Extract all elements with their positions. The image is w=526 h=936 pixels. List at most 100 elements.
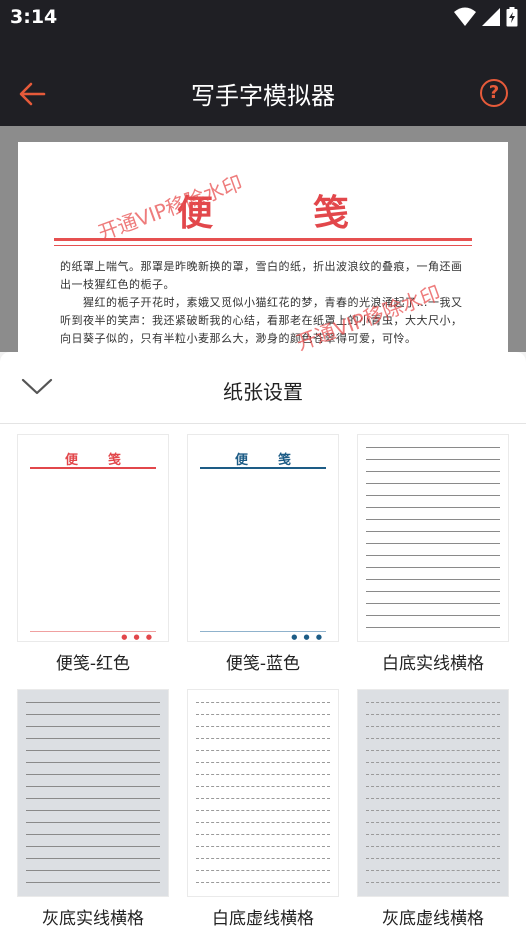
wifi-icon — [454, 7, 476, 26]
paper-option-red-note[interactable]: 便笺 ● ● ● 便笺-红色 — [17, 434, 169, 674]
ruled-line — [366, 567, 500, 568]
ruled-line — [366, 507, 500, 508]
ruled-line — [26, 714, 160, 715]
paper-thumbnail: 便笺 ● ● ● — [187, 434, 339, 642]
ruled-line — [366, 519, 500, 520]
ruled-line — [366, 738, 500, 739]
ruled-line — [26, 882, 160, 883]
thumb-footer-line — [200, 631, 326, 632]
ruled-line — [196, 702, 330, 703]
ruled-line — [26, 798, 160, 799]
status-icons — [454, 7, 518, 27]
ruled-line — [366, 834, 500, 835]
thumb-divider — [30, 467, 156, 469]
ruled-line — [366, 714, 500, 715]
page-title: 写手字模拟器 — [191, 82, 335, 110]
ruled-line — [366, 726, 500, 727]
ruled-line — [366, 471, 500, 472]
thumb-footer-dots: ● ● ● — [291, 633, 324, 641]
ruled-line — [366, 555, 500, 556]
ruled-line — [366, 774, 500, 775]
ruled-line — [26, 870, 160, 871]
preview-paper-title: 便笺 — [176, 193, 449, 234]
sheet-title: 纸张设置 — [223, 380, 303, 404]
paper-option-blue-note[interactable]: 便笺 ● ● ● 便笺-蓝色 — [187, 434, 339, 674]
ruled-line — [366, 591, 500, 592]
paper-option-label: 灰底实线横格 — [42, 909, 144, 929]
ruled-lines — [26, 698, 160, 888]
paper-option-white-solid[interactable]: 白底实线横格 — [357, 434, 509, 674]
ruled-line — [26, 858, 160, 859]
ruled-line — [366, 846, 500, 847]
ruled-line — [196, 786, 330, 787]
ruled-line — [196, 858, 330, 859]
paper-option-white-dashed[interactable]: 白底虚线横格 — [187, 689, 339, 929]
thumb-footer-dots: ● ● ● — [121, 633, 154, 641]
paper-option-label: 白底实线横格 — [382, 654, 484, 674]
ruled-line — [366, 702, 500, 703]
ruled-line — [26, 726, 160, 727]
paper-thumbnail: 便笺 ● ● ● — [17, 434, 169, 642]
ruled-line — [196, 834, 330, 835]
ruled-line — [366, 798, 500, 799]
ruled-line — [366, 615, 500, 616]
ruled-line — [366, 762, 500, 763]
paper-option-gray-solid[interactable]: 灰底实线横格 — [17, 689, 169, 929]
ruled-lines — [366, 443, 500, 633]
ruled-line — [196, 726, 330, 727]
paper-thumbnail — [187, 689, 339, 897]
status-bar: 3:14 — [0, 0, 526, 36]
ruled-line — [366, 603, 500, 604]
paper-option-label: 白底虚线横格 — [212, 909, 314, 929]
help-icon[interactable]: ? — [480, 79, 508, 107]
ruled-line — [26, 750, 160, 751]
ruled-line — [26, 786, 160, 787]
ruled-line — [196, 762, 330, 763]
ruled-line — [366, 822, 500, 823]
paper-option-label: 便笺-蓝色 — [225, 654, 301, 674]
ruled-line — [196, 714, 330, 715]
ruled-line — [366, 447, 500, 448]
ruled-line — [366, 786, 500, 787]
ruled-line — [366, 882, 500, 883]
ruled-line — [366, 810, 500, 811]
ruled-line — [196, 798, 330, 799]
ruled-line — [26, 822, 160, 823]
paper-settings-sheet: 纸张设置 便笺 ● ● ● 便笺-红色 便笺 ● ● ● 便笺-蓝色 白底实线横… — [0, 352, 526, 936]
app-bar: 写手字模拟器 ? — [0, 36, 526, 126]
ruled-line — [196, 822, 330, 823]
paper-thumbnail — [357, 689, 509, 897]
preview-paper: 便笺 的纸罩上喘气。那罩是昨晚新换的罩，雪白的纸，折出波浪纹的叠痕，一角还画出一… — [18, 142, 508, 352]
paper-option-label: 灰底虚线横格 — [382, 909, 484, 929]
ruled-line — [26, 702, 160, 703]
ruled-line — [366, 870, 500, 871]
ruled-line — [366, 531, 500, 532]
ruled-line — [366, 459, 500, 460]
ruled-line — [26, 738, 160, 739]
ruled-line — [26, 834, 160, 835]
ruled-line — [366, 627, 500, 628]
ruled-line — [196, 882, 330, 883]
ruled-line — [26, 846, 160, 847]
ruled-lines — [366, 698, 500, 888]
sheet-header: 纸张设置 — [0, 352, 526, 424]
ruled-line — [366, 543, 500, 544]
ruled-line — [196, 870, 330, 871]
ruled-lines — [196, 698, 330, 888]
paper-preview: 便笺 的纸罩上喘气。那罩是昨晚新换的罩，雪白的纸，折出波浪纹的叠痕，一角还画出一… — [0, 126, 526, 352]
thumb-title: 便笺 — [234, 453, 321, 468]
signal-icon — [482, 8, 500, 26]
thumb-footer-line — [30, 631, 156, 632]
ruled-line — [366, 750, 500, 751]
ruled-line — [196, 846, 330, 847]
thumb-divider — [200, 467, 326, 469]
ruled-line — [26, 762, 160, 763]
ruled-line — [26, 810, 160, 811]
ruled-line — [366, 495, 500, 496]
status-time: 3:14 — [10, 6, 58, 28]
ruled-line — [196, 750, 330, 751]
battery-icon — [506, 7, 518, 27]
ruled-line — [26, 774, 160, 775]
paper-option-gray-dashed[interactable]: 灰底虚线横格 — [357, 689, 509, 929]
ruled-line — [366, 858, 500, 859]
